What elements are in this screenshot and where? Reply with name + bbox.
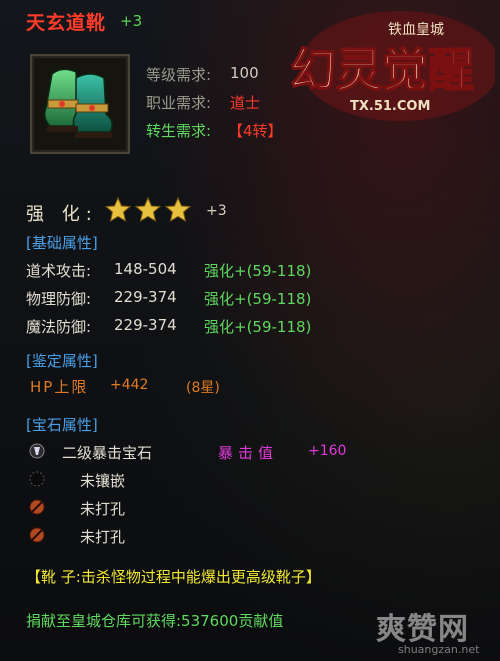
level-requirement-value: 100 [230, 64, 259, 82]
level-requirement-label: 等级需求: [146, 66, 212, 84]
star-icon [104, 196, 132, 223]
game-logo: 铁血皇城 幻灵觉醒 TX.51.COM [270, 6, 500, 131]
hp-limit-value: +442 [110, 377, 149, 393]
attribute-enhance-bonus: 强化+(59-118) [204, 262, 312, 280]
watermark-url: shuangzan.net [398, 643, 480, 656]
star-icon [134, 196, 162, 223]
basic-attributes-title: [基础属性] [26, 234, 98, 252]
attribute-value: 148-504 [114, 260, 177, 278]
gem-slot-1-name: 二级暴击宝石 [62, 444, 153, 462]
boots-image [43, 68, 113, 138]
gem-slot-3-name: 未打孔 [80, 500, 126, 518]
logo-subtitle: 铁血皇城 [388, 22, 444, 38]
attribute-value: 229-374 [114, 316, 177, 334]
hp-limit-label: HP上限 [30, 378, 89, 396]
unpunched-socket-icon[interactable] [28, 526, 46, 548]
donate-value-text: 捐献至皇城仓库可获得:537600贡献值 [26, 612, 284, 630]
logo-url: TX.51.COM [350, 99, 430, 114]
class-requirement-value: 道士 [230, 94, 261, 112]
attribute-name: 物理防御: [26, 290, 92, 308]
identify-attributes-title: [鉴定属性] [26, 352, 98, 370]
gem-stat-value: +160 [308, 443, 347, 459]
unpunched-socket-icon[interactable] [28, 498, 46, 520]
class-requirement-label: 职业需求: [146, 94, 212, 112]
item-description: 【靴 子:击杀怪物过程中能爆出更高级靴子】 [26, 568, 321, 586]
item-enhance-level: +3 [120, 12, 143, 30]
rebirth-requirement-label: 转生需求: [146, 122, 212, 140]
enhance-label: 强 化: [26, 204, 98, 225]
gem-stat-label: 暴击值 [218, 444, 279, 462]
logo-title: 幻灵觉醒 [290, 43, 474, 97]
attribute-enhance-bonus: 强化+(59-118) [204, 290, 312, 308]
empty-socket-icon[interactable] [28, 470, 46, 492]
gem-slot-4-name: 未打孔 [80, 528, 126, 546]
enhance-stars [104, 196, 200, 228]
item-name: 天玄道靴 [26, 12, 107, 34]
enhance-plus: +3 [206, 203, 227, 219]
boots-icon[interactable] [30, 54, 130, 154]
gem-attributes-title: [宝石属性] [26, 416, 98, 434]
crit-gem-icon[interactable] [28, 442, 46, 464]
hp-star-rating: (8星) [186, 380, 220, 396]
attribute-value: 229-374 [114, 288, 177, 306]
attribute-enhance-bonus: 强化+(59-118) [204, 318, 312, 336]
attribute-name: 道术攻击: [26, 262, 92, 280]
star-icon [164, 196, 192, 223]
attribute-name: 魔法防御: [26, 318, 92, 336]
watermark-logo: 爽赞网 [376, 612, 469, 647]
gem-slot-2-name: 未镶嵌 [80, 472, 126, 490]
